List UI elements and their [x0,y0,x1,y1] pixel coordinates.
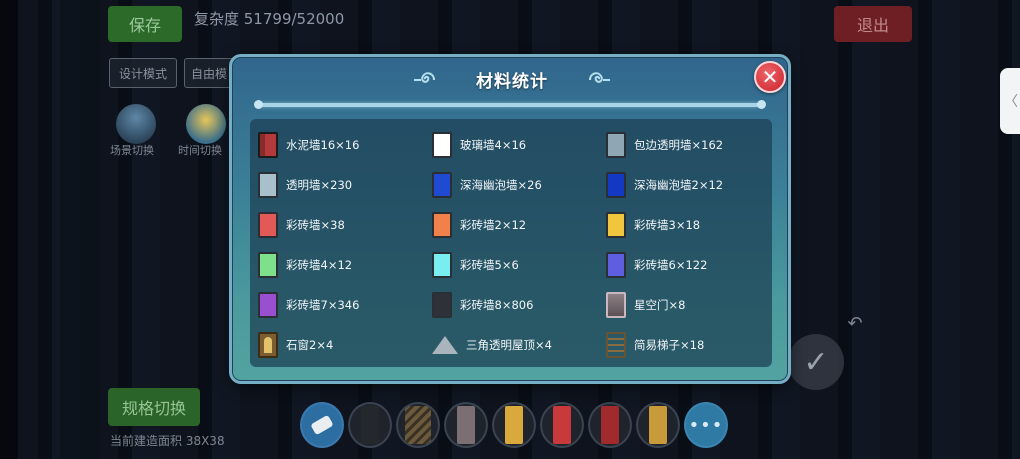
dialog-title: 材料统计 [476,71,548,92]
material-label: 深海幽泡墙×26 [460,178,542,192]
material-item: 透明墙×230 [258,165,432,205]
material-label: 包边透明墙×162 [634,138,724,152]
scene-toggle-icon[interactable] [116,104,156,144]
eraser-icon [310,414,334,436]
material-stats-dialog: 材料统计 ✕ 水泥墙16×16 玻璃墙4×16 包边透明墙×162 透明墙×230 深海… [229,54,791,384]
color-brick-wall-3-icon [606,212,626,238]
hotbar-slot[interactable] [396,402,440,448]
material-item: 简易梯子×18 [606,325,780,365]
material-item: 包边透明墙×162 [606,125,780,165]
scene-toggle-label: 场景切换 [110,144,154,157]
hotbar-slot[interactable] [636,402,680,448]
color-brick-wall-6-icon [606,252,626,278]
cement-wall-icon [258,132,278,158]
hotbar: ••• [300,402,728,448]
hotbar-slot[interactable] [492,402,536,448]
more-dots-icon: ••• [688,414,724,436]
starry-door-icon [606,292,626,318]
material-item: 彩砖墙4×12 [258,245,432,285]
material-label: 彩砖墙3×18 [634,218,701,232]
starry-door-icon [457,406,475,444]
hotbar-slot[interactable] [540,402,584,448]
red-block-icon [553,406,571,444]
material-label: 星空门×8 [634,298,686,312]
material-item: 彩砖墙3×18 [606,205,780,245]
yellow-window-icon [649,406,667,444]
transparent-wall-icon [258,172,278,198]
material-label: 彩砖墙4×12 [286,258,353,272]
color-brick-wall-7-icon [258,292,278,318]
free-mode-button[interactable]: 自由模 [184,58,234,88]
material-label: 彩砖墙5×6 [460,258,519,272]
stone-window-icon [258,332,278,358]
ornament-right-icon [586,69,612,91]
color-brick-wall-icon [258,212,278,238]
color-brick-wall-8-icon [432,292,452,318]
material-label: 彩砖墙×38 [286,218,345,232]
material-item: 彩砖墙2×12 [432,205,606,245]
hotbar-slot[interactable] [588,402,632,448]
color-brick-wall-2-icon [432,212,452,238]
material-label: 透明墙×230 [286,178,353,192]
edged-transparent-wall-icon [606,132,626,158]
material-label: 深海幽泡墙2×12 [634,178,724,192]
material-label: 玻璃墙4×16 [460,138,527,152]
material-item: 深海幽泡墙2×12 [606,165,780,205]
material-label: 彩砖墙2×12 [460,218,527,232]
complexity-counter: 复杂度 51799/52000 [194,10,345,28]
black-wall-icon [361,406,379,444]
triangle-transparent-roof-icon [432,332,458,358]
close-button[interactable]: ✕ [754,61,786,93]
color-brick-wall-5-icon [432,252,452,278]
material-label: 简易梯子×18 [634,338,705,352]
material-label: 三角透明屋顶×4 [466,338,552,352]
exit-button[interactable]: 退出 [834,6,912,42]
glass-wall-icon [432,132,452,158]
spec-switch-button[interactable]: 规格切换 [108,388,200,426]
stair-icon [405,406,431,444]
material-item: 彩砖墙5×6 [432,245,606,285]
deep-sea-bubble-wall-icon [432,172,452,198]
material-item: 彩砖墙7×346 [258,285,432,325]
side-panel-tab[interactable]: 〈 [1000,68,1020,134]
yellow-block-icon [505,406,523,444]
red-door-icon [601,406,619,444]
material-label: 彩砖墙6×122 [634,258,708,272]
material-item: 三角透明屋顶×4 [432,325,606,365]
material-item: 深海幽泡墙×26 [432,165,606,205]
color-brick-wall-4-icon [258,252,278,278]
material-label: 水泥墙16×16 [286,138,360,152]
time-toggle-label: 时间切换 [178,144,222,157]
close-icon: ✕ [761,65,779,89]
simple-ladder-icon [606,332,626,358]
save-button[interactable]: 保存 [108,6,182,42]
material-label: 彩砖墙7×346 [286,298,360,312]
material-item: 彩砖墙×38 [258,205,432,245]
hotbar-slot[interactable] [348,402,392,448]
more-button[interactable]: ••• [684,402,728,448]
chevron-left-icon: 〈 [1004,94,1018,110]
undo-icon[interactable]: ↶ [842,310,868,336]
material-item: 玻璃墙4×16 [432,125,606,165]
confirm-check-icon[interactable]: ✓ [788,334,844,390]
material-label: 石窗2×4 [286,338,334,352]
design-mode-button[interactable]: 设计模式 [109,58,177,88]
build-area-text: 当前建造面积 38X38 [110,434,225,448]
material-list: 水泥墙16×16 玻璃墙4×16 包边透明墙×162 透明墙×230 深海幽泡墙×26 深… [250,119,772,367]
title-divider [254,100,766,109]
time-toggle-icon[interactable] [186,104,226,144]
ornament-left-icon [412,69,438,91]
material-label: 彩砖墙8×806 [460,298,534,312]
deep-sea-bubble-wall-2-icon [606,172,626,198]
hotbar-slot[interactable] [444,402,488,448]
hotbar-slot-eraser[interactable] [300,402,344,448]
material-item: 石窗2×4 [258,325,432,365]
material-item: 水泥墙16×16 [258,125,432,165]
material-item: 星空门×8 [606,285,780,325]
dialog-title-bar: 材料统计 [412,65,612,93]
material-item: 彩砖墙8×806 [432,285,606,325]
material-item: 彩砖墙6×122 [606,245,780,285]
